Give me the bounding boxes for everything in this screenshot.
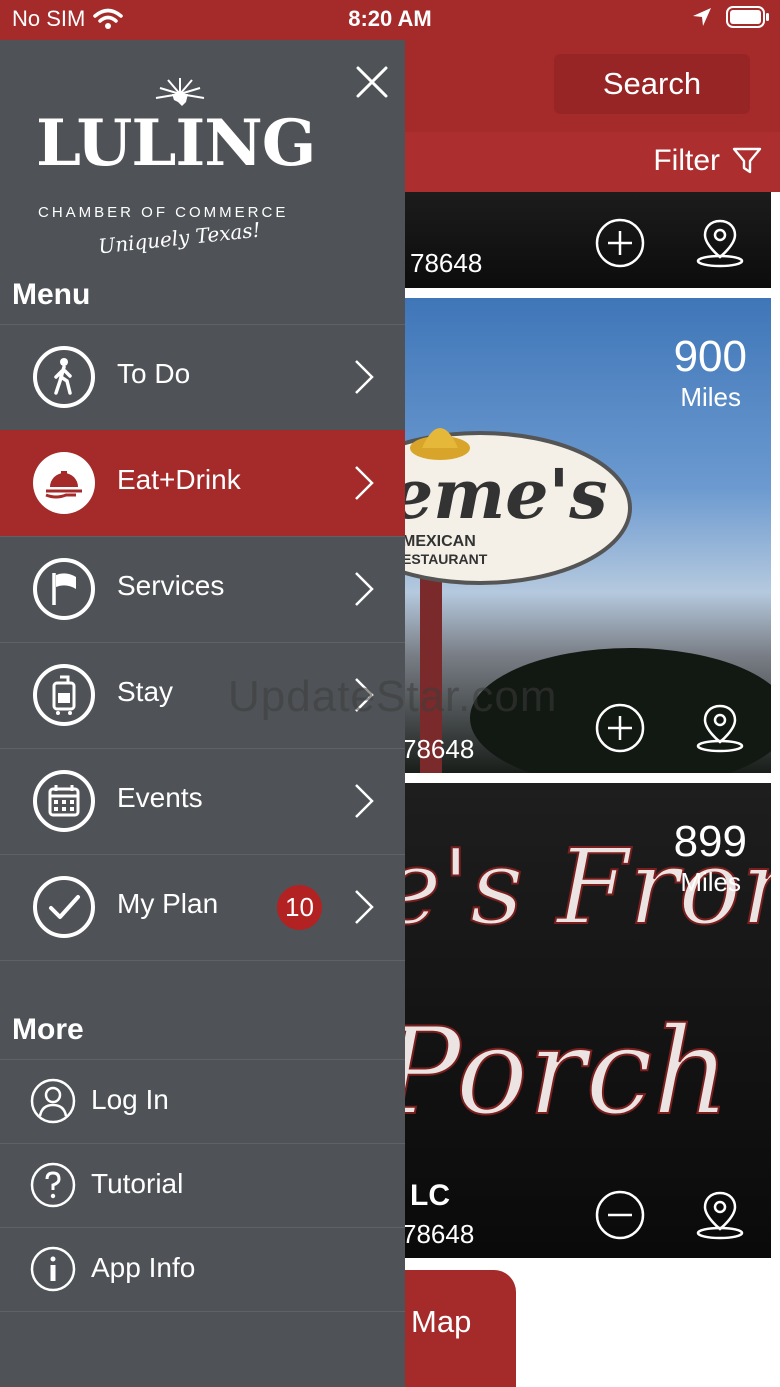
walking-person-icon [33,346,95,408]
distance-unit: Miles [680,867,741,897]
map-pin-icon[interactable] [694,1189,746,1241]
calendar-icon [33,770,95,832]
chevron-right-icon [355,360,374,394]
menu-item-my-plan[interactable]: My Plan 10 [0,854,405,961]
checkmark-icon [33,876,95,938]
user-icon [30,1078,76,1124]
map-pin-icon[interactable] [694,702,746,754]
svg-text:ESTAURANT: ESTAURANT [402,551,488,567]
menu-item-label: Events [117,782,203,813]
distance-value: 900 [673,332,747,381]
more-item-app-info[interactable]: App Info [0,1227,405,1312]
listing-card[interactable]: e's Fron Porch 899 Miles LC 78648 [380,783,771,1258]
filter-icon [732,147,762,174]
distance-unit: Miles [680,382,741,412]
more-item-label: Tutorial [91,1168,184,1199]
add-to-plan-icon[interactable] [594,217,646,269]
listing-card[interactable]: 78648 [380,192,771,288]
location-arrow-icon [693,8,711,26]
menu-item-label: Services [117,570,225,601]
chevron-right-icon [355,890,374,924]
watermark: UpdateStar.com [228,672,558,721]
menu-item-to-do[interactable]: To Do [0,324,405,430]
svg-text:Porch: Porch [380,1003,730,1142]
search-button[interactable]: Search [554,54,750,114]
info-icon [30,1246,76,1292]
menu-item-label: My Plan [117,888,219,919]
menu-section-title: Menu [12,278,91,311]
listing-name: LC [410,1179,450,1212]
luling-logo: LULING CHAMBER OF COMMERCE Uniquely Texa… [30,76,316,266]
menu-item-events[interactable]: Events [0,748,405,854]
battery-icon [726,6,769,28]
chevron-right-icon [355,784,374,818]
luggage-icon [33,664,95,726]
question-icon [30,1162,76,1208]
svg-text:MEXICAN: MEXICAN [402,533,476,550]
chevron-right-icon [355,466,374,500]
more-item-log-in[interactable]: Log In [0,1059,405,1143]
more-item-tutorial[interactable]: Tutorial [0,1143,405,1227]
filter-label: Filter [653,144,720,177]
logo-title: LULING [36,106,316,181]
chevron-right-icon [355,572,374,606]
flag-icon [33,558,95,620]
clock: 8:20 AM [348,6,432,31]
add-to-plan-icon[interactable] [594,702,646,754]
listing-zip: 78648 [402,734,475,764]
more-item-label: Log In [91,1084,169,1115]
menu-item-label: Stay [117,676,174,707]
logo-tagline: Uniquely Texas! [97,217,262,259]
map-pin-icon[interactable] [694,217,746,269]
menu-item-label: To Do [117,358,191,389]
more-section-title: More [12,1013,84,1046]
listing-zip: 78648 [402,1219,475,1249]
menu-item-eat-drink[interactable]: Eat+Drink [0,430,405,536]
close-icon[interactable] [352,62,392,102]
remove-from-plan-icon[interactable] [594,1189,646,1241]
more-item-label: App Info [91,1252,196,1283]
food-tray-icon [33,452,95,514]
status-bar: No SIM 8:20 AM [0,0,780,40]
svg-text:eme's: eme's [390,455,608,535]
plan-count-badge: 10 [277,885,322,930]
menu-item-label: Eat+Drink [117,464,241,495]
distance-value: 899 [673,817,747,866]
listing-zip: 78648 [410,248,483,278]
menu-item-services[interactable]: Services [0,536,405,642]
